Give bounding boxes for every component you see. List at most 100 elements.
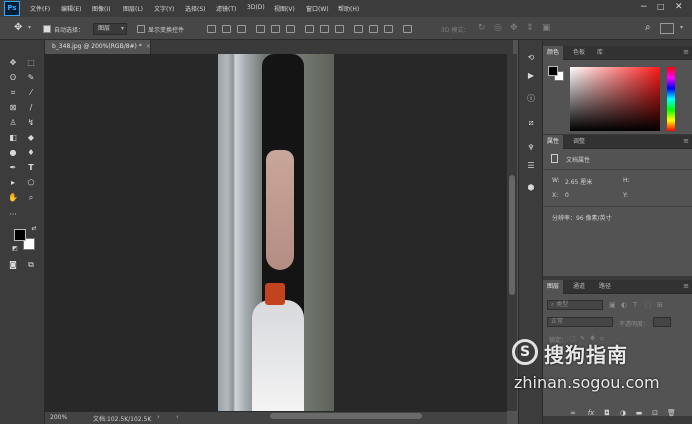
align-hcenter-icon[interactable] bbox=[271, 25, 280, 33]
foreground-color-swatch[interactable] bbox=[14, 229, 26, 241]
tab-layers[interactable]: 图层 bbox=[543, 280, 564, 294]
tab-libraries[interactable]: 库 bbox=[593, 46, 607, 60]
adjust-sliders-icon[interactable]: ☰ bbox=[526, 161, 536, 171]
pixel-filter-icon[interactable]: ▣ bbox=[609, 301, 616, 309]
menu-filter[interactable]: 滤镜(T) bbox=[216, 4, 236, 13]
distribute-hcenter-icon[interactable] bbox=[369, 25, 378, 33]
default-colors-icon[interactable]: ◩ bbox=[10, 244, 20, 254]
menu-image[interactable]: 图像(I) bbox=[92, 4, 110, 13]
path-select-tool-icon[interactable]: ▸ bbox=[8, 178, 18, 188]
tab-adjustments[interactable]: 调整 bbox=[569, 135, 589, 149]
type-tool-icon[interactable]: T bbox=[26, 163, 36, 173]
3d-cube-icon[interactable]: ⬢ bbox=[526, 183, 536, 193]
tab-color[interactable]: 颜色 bbox=[543, 46, 564, 60]
color-spectrum-picker[interactable] bbox=[570, 67, 660, 131]
3d-slide-icon[interactable]: ⇕ bbox=[526, 23, 534, 33]
menu-file[interactable]: 文件(F) bbox=[30, 4, 50, 13]
menu-layer[interactable]: 图层(L) bbox=[123, 4, 143, 13]
shape-filter-icon[interactable]: ⬚ bbox=[645, 301, 652, 309]
smart-object-filter-icon[interactable]: ⊞ bbox=[657, 301, 663, 309]
eraser-tool-icon[interactable]: ◧ bbox=[8, 133, 18, 143]
tab-swatches[interactable]: 色板 bbox=[569, 46, 589, 60]
move-tool-icon[interactable]: ✥ bbox=[8, 58, 18, 68]
crop-tool-icon[interactable]: ⌗ bbox=[8, 88, 18, 98]
distribute-vcenter-icon[interactable] bbox=[320, 25, 329, 33]
link-layers-icon[interactable]: ∞ bbox=[569, 409, 577, 417]
eyedropper-tool-icon[interactable]: ⁄ bbox=[26, 88, 36, 98]
panel-menu-icon[interactable]: ≡ bbox=[683, 48, 689, 56]
hue-slider[interactable] bbox=[667, 67, 675, 131]
zoom-tool-icon[interactable]: ⌕ bbox=[26, 193, 36, 203]
zoom-level[interactable]: 200% bbox=[50, 414, 67, 421]
menu-3d[interactable]: 3D(D) bbox=[247, 4, 265, 11]
blur-tool-icon[interactable]: ● bbox=[8, 148, 18, 158]
layer-style-icon[interactable]: fx bbox=[587, 409, 595, 417]
menu-select[interactable]: 选择(S) bbox=[185, 4, 206, 13]
tab-channels[interactable]: 通道 bbox=[569, 280, 589, 294]
panel-menu-icon[interactable]: ≡ bbox=[683, 282, 689, 290]
paint-bucket-tool-icon[interactable]: ◆ bbox=[26, 133, 36, 143]
close-icon[interactable]: ✕ bbox=[675, 2, 683, 12]
x-value[interactable]: 0 bbox=[565, 192, 569, 199]
distribute-bottom-icon[interactable] bbox=[335, 25, 344, 33]
quick-mask-icon[interactable]: ◙ bbox=[8, 260, 18, 270]
add-mask-icon[interactable]: ◘ bbox=[603, 409, 611, 417]
align-left-icon[interactable] bbox=[256, 25, 265, 33]
menu-edit[interactable]: 编辑(E) bbox=[61, 4, 81, 13]
type-filter-icon[interactable]: T bbox=[633, 301, 637, 309]
menu-view[interactable]: 视图(V) bbox=[274, 4, 295, 13]
maximize-icon[interactable]: □ bbox=[657, 2, 665, 11]
chevron-right-icon[interactable]: › bbox=[157, 413, 160, 421]
hand-tool-icon[interactable]: ✋ bbox=[8, 193, 18, 203]
horizontal-scroll-thumb[interactable] bbox=[270, 413, 422, 419]
shape-tool-icon[interactable]: ⬠ bbox=[26, 178, 36, 188]
stamp-tool-icon[interactable]: ♙ bbox=[8, 118, 18, 128]
swap-colors-icon[interactable]: ⇄ bbox=[29, 224, 39, 234]
width-value[interactable]: 2.65 厘米 bbox=[565, 177, 592, 186]
menu-help[interactable]: 帮助(H) bbox=[338, 4, 359, 13]
delete-layer-icon[interactable]: 🗑 bbox=[667, 409, 676, 417]
search-icon[interactable]: ⌕ bbox=[645, 22, 651, 33]
brush-tool-icon[interactable]: / bbox=[26, 103, 36, 113]
distribute-left-icon[interactable] bbox=[354, 25, 363, 33]
tab-paths[interactable]: 路径 bbox=[595, 280, 615, 294]
tab-properties[interactable]: 属性 bbox=[543, 135, 564, 149]
close-tab-icon[interactable]: × bbox=[146, 43, 151, 50]
new-adjustment-icon[interactable]: ◑ bbox=[619, 409, 627, 417]
panel-menu-icon[interactable]: ≡ bbox=[683, 137, 689, 145]
info-icon[interactable]: ⓘ bbox=[526, 94, 536, 104]
quick-select-tool-icon[interactable]: ✎ bbox=[26, 73, 36, 83]
play-action-icon[interactable]: ▶ bbox=[526, 71, 536, 81]
vertical-scroll-thumb[interactable] bbox=[509, 175, 515, 295]
workspace-icon[interactable] bbox=[660, 23, 674, 34]
foreground-color-swatch[interactable] bbox=[548, 66, 558, 76]
marquee-tool-icon[interactable]: ⬚ bbox=[26, 58, 36, 68]
auto-select-dropdown[interactable]: 图层 ▾ bbox=[93, 23, 127, 35]
chevron-down-icon[interactable]: ▾ bbox=[28, 24, 31, 31]
align-bottom-icon[interactable] bbox=[237, 25, 246, 33]
dodge-tool-icon[interactable]: ♦ bbox=[26, 148, 36, 158]
scroll-left-icon[interactable]: ‹ bbox=[176, 413, 179, 421]
new-group-icon[interactable]: ▬ bbox=[635, 409, 643, 417]
3d-pan-icon[interactable]: ✥ bbox=[510, 23, 518, 33]
pen-tool-icon[interactable]: ✒ bbox=[8, 163, 18, 173]
more-tools-icon[interactable]: ··· bbox=[8, 210, 18, 220]
distribute-top-icon[interactable] bbox=[305, 25, 314, 33]
brush-settings-icon[interactable]: ♆ bbox=[526, 143, 536, 153]
3d-rotate-icon[interactable]: ↻ bbox=[478, 23, 486, 33]
history-icon[interactable]: ⟲ bbox=[526, 53, 536, 63]
auto-align-icon[interactable] bbox=[403, 25, 412, 33]
screen-mode-icon[interactable]: ⧉ bbox=[26, 260, 36, 270]
history-brush-tool-icon[interactable]: ↯ bbox=[26, 118, 36, 128]
document-tab[interactable]: b_348.jpg @ 200%(RGB/8#) * × bbox=[45, 40, 151, 54]
align-top-icon[interactable] bbox=[207, 25, 216, 33]
menu-window[interactable]: 窗口(W) bbox=[306, 4, 329, 13]
3d-scale-icon[interactable]: ▣ bbox=[542, 23, 551, 33]
layer-filter-dropdown[interactable]: ⌕ 类型 bbox=[547, 300, 603, 310]
align-vcenter-icon[interactable] bbox=[222, 25, 231, 33]
distribute-right-icon[interactable] bbox=[384, 25, 393, 33]
3d-roll-icon[interactable]: ◎ bbox=[494, 23, 502, 33]
lasso-tool-icon[interactable]: ʘ bbox=[8, 73, 18, 83]
transform-icon[interactable]: ⧄ bbox=[526, 118, 536, 128]
minimize-icon[interactable]: − bbox=[640, 2, 648, 12]
